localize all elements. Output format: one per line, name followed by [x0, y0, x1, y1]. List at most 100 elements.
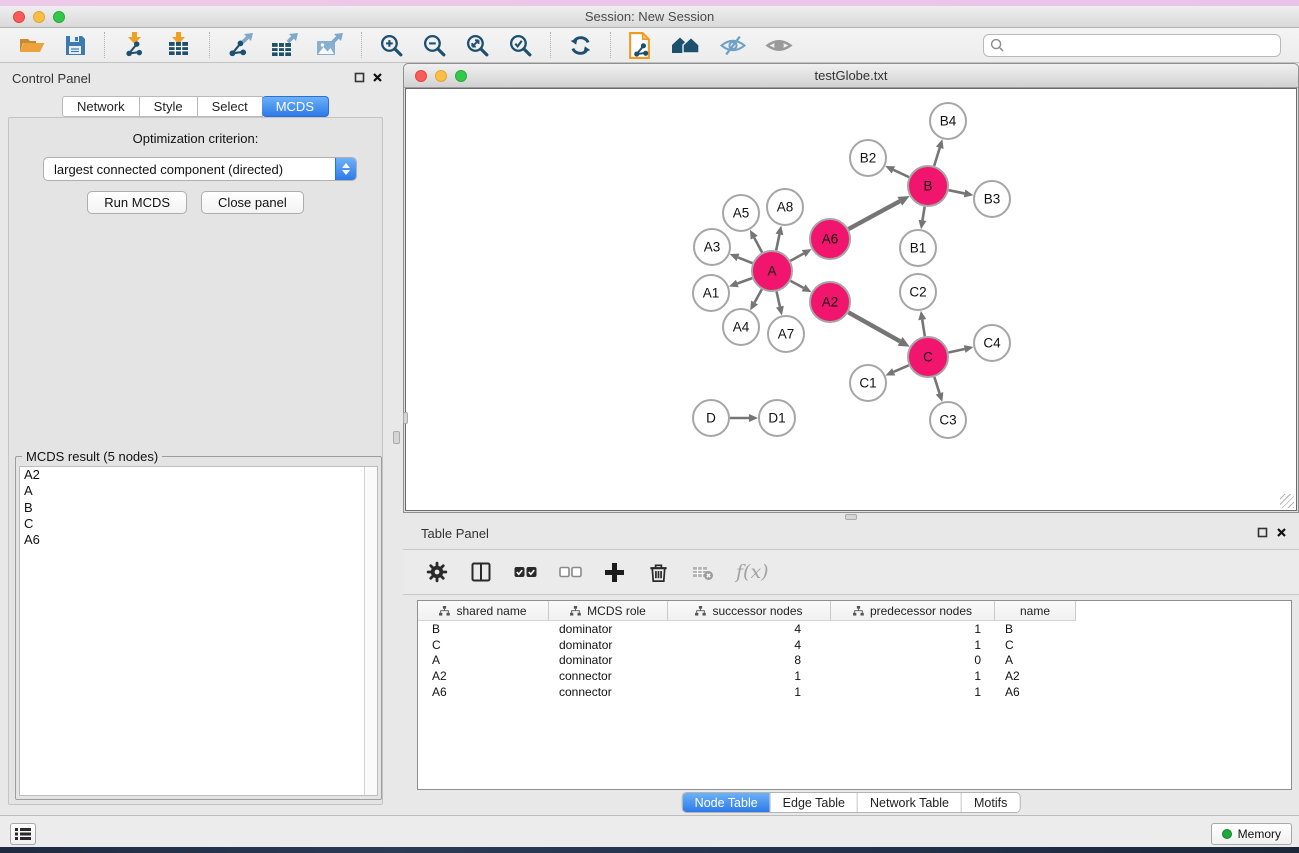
- delete-column-button[interactable]: [643, 559, 674, 586]
- columns-icon: [470, 561, 492, 583]
- hide-panels-button[interactable]: [715, 32, 751, 59]
- run-mcds-button[interactable]: Run MCDS: [87, 191, 187, 214]
- task-history-button[interactable]: [10, 823, 36, 845]
- tab-network[interactable]: Network: [62, 96, 140, 117]
- export-image-button[interactable]: [313, 31, 348, 60]
- edge-B-B1[interactable]: [922, 207, 924, 221]
- tab-edge-table[interactable]: Edge Table: [770, 793, 857, 812]
- function-builder-button[interactable]: f(x): [732, 559, 773, 585]
- mcds-tab-content: Optimization criterion: largest connecte…: [8, 117, 383, 805]
- network-close-button[interactable]: [415, 70, 427, 82]
- add-column-button[interactable]: [600, 560, 629, 585]
- column-header-shared-name[interactable]: shared name: [418, 601, 549, 621]
- edge-C-C3[interactable]: [934, 377, 939, 393]
- edge-A-A5[interactable]: [754, 238, 762, 253]
- export-table-icon: [272, 33, 299, 58]
- open-browser-button[interactable]: [665, 31, 705, 59]
- result-item[interactable]: A2: [20, 467, 377, 483]
- close-panel-button[interactable]: Close panel: [201, 191, 304, 214]
- export-table-button[interactable]: [268, 31, 303, 60]
- divider-grip[interactable]: [393, 431, 400, 444]
- edge-B-B3[interactable]: [949, 190, 965, 193]
- edge-A-A7[interactable]: [777, 291, 780, 306]
- column-header-MCDS-role[interactable]: MCDS role: [549, 601, 668, 621]
- result-item[interactable]: B: [20, 500, 377, 516]
- tab-mcds[interactable]: MCDS: [262, 96, 329, 117]
- edge-B-B4[interactable]: [934, 148, 940, 166]
- node-label-C2: C2: [909, 285, 926, 300]
- tab-style[interactable]: Style: [140, 96, 198, 117]
- edge-A-A2[interactable]: [791, 281, 804, 288]
- edge-A6-B[interactable]: [848, 201, 899, 229]
- result-item[interactable]: A: [20, 483, 377, 499]
- tab-network-table[interactable]: Network Table: [857, 793, 961, 812]
- export-network-button[interactable]: [223, 31, 258, 60]
- import-table-button[interactable]: [162, 30, 196, 60]
- edge-B-B2[interactable]: [893, 170, 909, 177]
- table-row[interactable]: A2connector11A2: [418, 668, 1291, 684]
- canvas-left-grip[interactable]: [403, 412, 408, 424]
- tab-motifs[interactable]: Motifs: [961, 793, 1019, 812]
- search-field[interactable]: [983, 34, 1281, 57]
- result-scrollbar[interactable]: [364, 467, 377, 795]
- network-minimize-button[interactable]: [435, 70, 447, 82]
- edge-A-A4[interactable]: [755, 289, 762, 302]
- horizontal-divider-grip[interactable]: [845, 514, 857, 520]
- table-row[interactable]: Bdominator41B: [418, 621, 1291, 637]
- edge-A-A6[interactable]: [790, 253, 803, 260]
- zoom-window-button[interactable]: [53, 11, 65, 23]
- edge-A2-C[interactable]: [848, 312, 900, 341]
- node-label-A7: A7: [778, 327, 795, 342]
- node-table[interactable]: shared nameMCDS rolesuccessor nodesprede…: [417, 600, 1292, 790]
- panel-divider[interactable]: [391, 63, 403, 815]
- column-header-name[interactable]: name: [995, 601, 1076, 621]
- delete-table-button[interactable]: [688, 560, 718, 584]
- edge-A-A3[interactable]: [738, 257, 753, 263]
- import-network-button[interactable]: [118, 30, 152, 60]
- close-table-panel-icon[interactable]: [1276, 527, 1287, 538]
- network-canvas[interactable]: B4B2BB3A5A8A6B1A3AC2A1A2A4A7C4CC1DD1C3: [405, 88, 1297, 511]
- open-session-button[interactable]: [15, 31, 49, 59]
- edge-C-C2[interactable]: [922, 320, 925, 337]
- select-all-button[interactable]: [510, 560, 541, 584]
- table-row[interactable]: A6connector11A6: [418, 684, 1291, 700]
- edge-A-A8[interactable]: [776, 234, 779, 250]
- delete-table-icon: [692, 562, 714, 582]
- column-header-successor-nodes[interactable]: successor nodes: [668, 601, 831, 621]
- node-label-A8: A8: [777, 200, 794, 215]
- mcds-result-list[interactable]: A2ABCA6: [19, 466, 378, 796]
- result-item[interactable]: A6: [20, 532, 377, 548]
- edge-A-A1[interactable]: [737, 278, 752, 283]
- column-header-predecessor-nodes[interactable]: predecessor nodes: [831, 601, 995, 621]
- float-table-panel-icon[interactable]: [1257, 527, 1268, 538]
- network-resize-grip[interactable]: [1280, 494, 1294, 508]
- network-file-button[interactable]: [624, 30, 655, 61]
- float-panel-icon[interactable]: [354, 72, 365, 83]
- table-row[interactable]: Cdominator41C: [418, 637, 1291, 653]
- zoom-in-button[interactable]: [375, 31, 408, 60]
- zoom-fit-icon: [465, 33, 490, 58]
- tab-select[interactable]: Select: [198, 96, 263, 117]
- network-zoom-button[interactable]: [455, 70, 467, 82]
- show-columns-button[interactable]: [466, 559, 496, 585]
- deselect-all-button[interactable]: [555, 560, 586, 584]
- edge-C-C4[interactable]: [949, 349, 965, 353]
- tab-node-table[interactable]: Node Table: [683, 793, 770, 812]
- edge-C-C1[interactable]: [894, 365, 909, 372]
- close-panel-icon[interactable]: [372, 72, 383, 83]
- zoom-out-button[interactable]: [418, 31, 451, 60]
- memory-button[interactable]: Memory: [1211, 823, 1292, 845]
- zoom-fit-button[interactable]: [461, 31, 494, 60]
- save-session-button[interactable]: [59, 31, 91, 59]
- close-window-button[interactable]: [13, 11, 25, 23]
- criterion-select[interactable]: largest connected component (directed): [43, 157, 357, 181]
- refresh-button[interactable]: [564, 31, 597, 60]
- minimize-window-button[interactable]: [33, 11, 45, 23]
- table-row[interactable]: Adominator80A: [418, 653, 1291, 669]
- show-view-button[interactable]: [761, 32, 797, 59]
- table-header-row: shared nameMCDS rolesuccessor nodesprede…: [418, 601, 1291, 621]
- zoom-selected-button[interactable]: [504, 31, 537, 60]
- search-input[interactable]: [1010, 38, 1274, 52]
- result-item[interactable]: C: [20, 516, 377, 532]
- table-settings-button[interactable]: [422, 559, 452, 585]
